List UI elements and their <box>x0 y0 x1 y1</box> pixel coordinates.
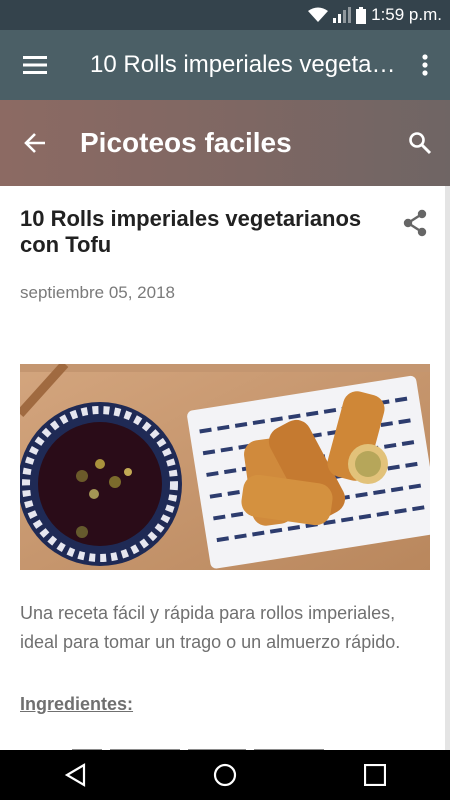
post-date: septiembre 05, 2018 <box>20 283 175 302</box>
post-image <box>20 364 430 570</box>
navigation-bar <box>0 750 450 800</box>
more-vert-icon[interactable] <box>400 30 450 100</box>
menu-icon[interactable] <box>0 30 70 100</box>
post-title: 10 Rolls imperiales vegetarianos con Tof… <box>20 206 362 257</box>
post-content[interactable]: 10 Rolls imperiales vegetarianos con Tof… <box>0 186 450 750</box>
cut-off-text-line <box>72 742 332 750</box>
search-icon[interactable] <box>390 100 450 186</box>
ingredients-heading: Ingredientes: <box>20 694 134 714</box>
battery-icon <box>356 6 367 24</box>
scroll-edge <box>445 186 450 750</box>
arrow-back-icon[interactable] <box>0 100 70 186</box>
blog-name: Picoteos faciles <box>80 127 292 158</box>
post-body: Una receta fácil y rápida para rollos im… <box>20 603 401 652</box>
app-bar: 10 Rolls imperiales vegetarianos con Tof… <box>0 30 450 100</box>
blog-header: Picoteos faciles <box>0 100 450 186</box>
status-bar: 1:59 p.m. <box>0 0 450 30</box>
nav-home-icon[interactable] <box>195 750 255 800</box>
nav-back-icon[interactable] <box>45 750 105 800</box>
share-icon[interactable] <box>398 206 432 240</box>
wifi-icon <box>308 7 329 23</box>
status-time: 1:59 p.m. <box>371 5 442 24</box>
signal-icon <box>333 7 352 23</box>
nav-recents-icon[interactable] <box>345 750 405 800</box>
app-bar-title: 10 Rolls imperiales vegetarianos con Tof… <box>90 51 400 78</box>
